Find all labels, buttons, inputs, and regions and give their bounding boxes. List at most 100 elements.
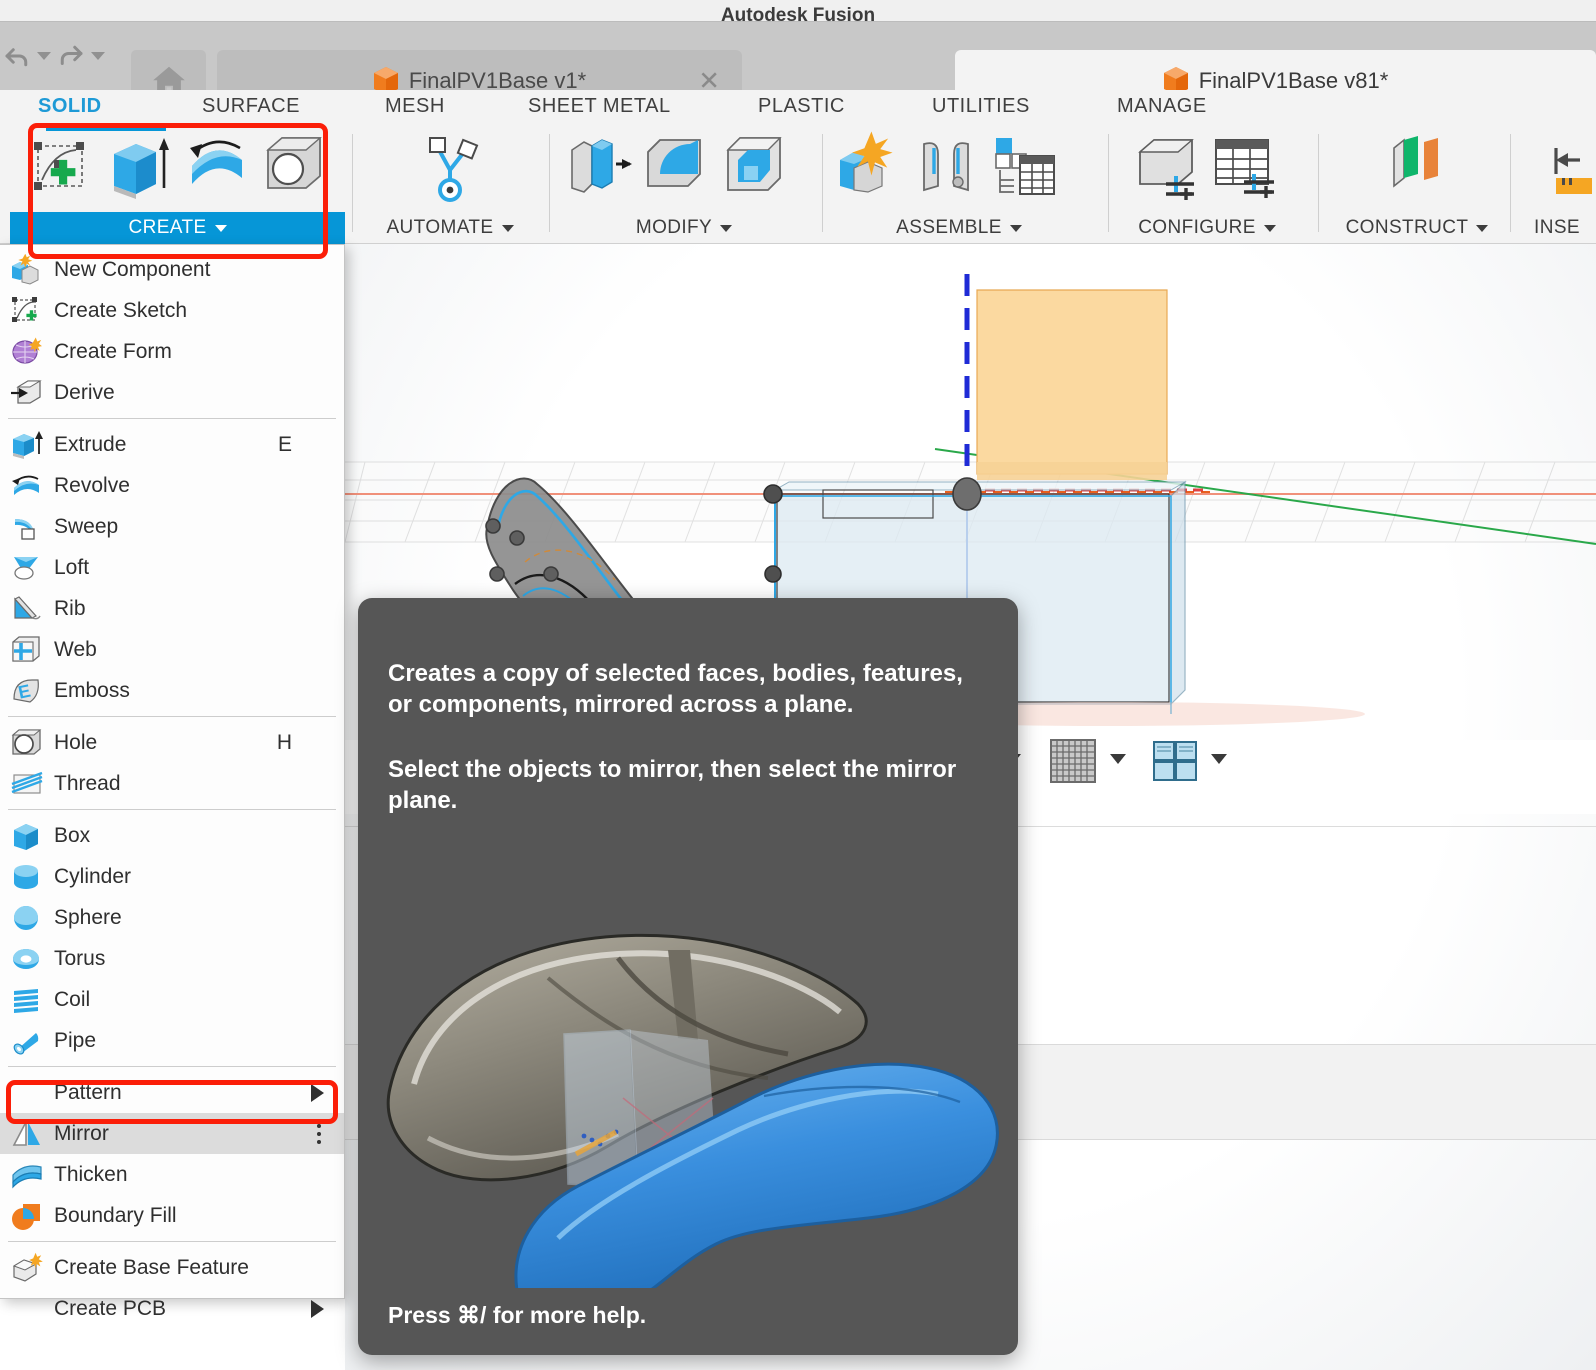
ribbon-tab-mesh[interactable]: MESH <box>385 90 445 122</box>
menu-item-label: Coil <box>54 987 91 1011</box>
configure-part-icon[interactable] <box>1130 130 1202 204</box>
menu-item-label: Mirror <box>54 1121 109 1145</box>
modify-panel-title[interactable]: MODIFY <box>556 212 812 244</box>
ribbon-tab-plastic[interactable]: PLASTIC <box>758 90 845 122</box>
insert-panel-title[interactable]: INSE <box>1518 212 1596 244</box>
ribbon-panel-automate[interactable]: AUTOMATE <box>358 122 542 244</box>
fillet-icon[interactable] <box>640 130 712 204</box>
menu-item-label: Loft <box>54 555 90 579</box>
menu-item-box[interactable]: Box <box>0 815 344 856</box>
insert-derive-icon[interactable] <box>1544 130 1596 204</box>
menu-item-rib[interactable]: Rib <box>0 588 344 629</box>
create-sketch-icon <box>10 295 44 327</box>
menu-item-sweep[interactable]: Sweep <box>0 506 344 547</box>
ribbon-panel-configure[interactable]: CONFIGURE <box>1114 122 1300 244</box>
menu-item-label: Sphere <box>54 905 122 929</box>
menu-item-extrude[interactable]: Extrude E <box>0 424 344 465</box>
menu-item-mirror[interactable]: Mirror <box>0 1113 344 1154</box>
menu-item-hole[interactable]: Hole H <box>0 722 344 763</box>
undo-arrow-icon[interactable] <box>0 33 34 79</box>
menu-item-cylinder[interactable]: Cylinder <box>0 856 344 897</box>
rib-icon <box>10 593 44 625</box>
menu-item-sphere[interactable]: Sphere <box>0 897 344 938</box>
panel-divider <box>1108 134 1109 232</box>
new-component-icon[interactable] <box>832 130 904 204</box>
panel-title-label: CREATE <box>128 217 207 238</box>
menu-item-emboss[interactable]: E Emboss <box>0 670 344 711</box>
automate-icon[interactable] <box>414 130 486 204</box>
title-bar: Autodesk Fusion <box>0 0 1596 22</box>
menu-item-label: Web <box>54 637 97 661</box>
panel-divider <box>1510 134 1511 232</box>
redo-arrow-icon[interactable] <box>54 33 88 79</box>
panel-title-label: ASSEMBLE <box>896 217 1002 238</box>
menu-item-pattern[interactable]: Pattern <box>0 1072 344 1113</box>
menu-item-create-pcb[interactable]: Create PCB <box>0 1288 344 1329</box>
create-panel-title[interactable]: CREATE <box>10 212 345 244</box>
pattern-icon-placeholder <box>10 1077 44 1109</box>
menu-item-create-form[interactable]: Create Form <box>0 331 344 372</box>
menu-item-loft[interactable]: Loft <box>0 547 344 588</box>
menu-item-thread[interactable]: Thread <box>0 763 344 804</box>
box-icon <box>10 820 44 852</box>
extrude-icon[interactable] <box>102 130 174 204</box>
layout-dropdown-caret[interactable] <box>1211 754 1227 764</box>
revolve-icon[interactable] <box>180 130 252 204</box>
boundary-fill-icon <box>10 1200 44 1232</box>
panel-title-label: CONFIGURE <box>1138 217 1256 238</box>
menu-item-boundary-fill[interactable]: Boundary Fill <box>0 1195 344 1236</box>
shell-icon[interactable] <box>718 130 790 204</box>
pipe-icon <box>10 1025 44 1057</box>
grid-icon[interactable] <box>1045 736 1101 786</box>
bom-icon[interactable] <box>988 130 1060 204</box>
panel-title-label: MODIFY <box>635 217 713 238</box>
joint-icon[interactable] <box>910 130 982 204</box>
menu-item-derive[interactable]: Derive <box>0 372 344 413</box>
ribbon-panel-insert[interactable]: INSE <box>1518 122 1596 244</box>
menu-item-label: Create Sketch <box>54 298 188 322</box>
ribbon-panel-construct[interactable]: CONSTRUCT <box>1324 122 1510 244</box>
menu-item-torus[interactable]: Torus <box>0 938 344 979</box>
menu-item-web[interactable]: Web <box>0 629 344 670</box>
ribbon-tab-surface[interactable]: SURFACE <box>202 90 300 122</box>
menu-item-shortcut: E <box>277 432 292 456</box>
menu-item-coil[interactable]: Coil <box>0 979 344 1020</box>
ribbon-panel-modify[interactable]: MODIFY <box>556 122 812 244</box>
create-sketch-icon[interactable] <box>24 130 96 204</box>
menu-item-label: Thicken <box>54 1162 128 1186</box>
redo-dropdown-caret[interactable] <box>88 33 108 79</box>
torus-icon <box>10 943 44 975</box>
undo-dropdown-caret[interactable] <box>34 33 54 79</box>
mirror-preview-image <box>386 933 999 1288</box>
ribbon-panel-create[interactable]: CREATE <box>10 122 345 244</box>
ribbon-tab-utilities[interactable]: UTILITIES <box>932 90 1030 122</box>
construct-panel-title[interactable]: CONSTRUCT <box>1324 212 1510 244</box>
menu-item-create-base-feature[interactable]: Create Base Feature <box>0 1247 344 1288</box>
ribbon-tab-sheet-metal[interactable]: SHEET METAL <box>528 90 671 122</box>
menu-item-label: Derive <box>54 380 115 404</box>
menu-item-new-component[interactable]: New Component <box>0 249 344 290</box>
create-dropdown-menu[interactable]: New Component Create Sketch Create Form … <box>0 244 345 1320</box>
hole-icon[interactable] <box>258 130 330 204</box>
panel-divider <box>352 134 353 232</box>
extrude-icon <box>10 429 44 461</box>
configure-panel-title[interactable]: CONFIGURE <box>1114 212 1300 244</box>
viewport-layout-icon[interactable] <box>1150 738 1202 786</box>
ribbon-panel-assemble[interactable]: ASSEMBLE <box>828 122 1090 244</box>
configure-table-icon[interactable] <box>1208 130 1280 204</box>
press-pull-icon[interactable] <box>562 130 634 204</box>
menu-item-thicken[interactable]: Thicken <box>0 1154 344 1195</box>
ribbon-tab-solid[interactable]: SOLID <box>38 90 102 122</box>
assemble-panel-title[interactable]: ASSEMBLE <box>828 212 1090 244</box>
ribbon-tab-manage[interactable]: MANAGE <box>1117 90 1207 122</box>
automate-panel-title[interactable]: AUTOMATE <box>358 212 542 244</box>
menu-item-label: New Component <box>54 257 211 281</box>
offset-plane-icon[interactable] <box>1378 130 1450 204</box>
menu-item-create-sketch[interactable]: Create Sketch <box>0 290 344 331</box>
menu-item-revolve[interactable]: Revolve <box>0 465 344 506</box>
grid-dropdown-caret[interactable] <box>1110 754 1126 764</box>
overflow-menu-icon[interactable] <box>317 1123 321 1144</box>
menu-item-label: Pattern <box>54 1080 122 1104</box>
thicken-icon <box>10 1159 44 1191</box>
menu-item-pipe[interactable]: Pipe <box>0 1020 344 1061</box>
